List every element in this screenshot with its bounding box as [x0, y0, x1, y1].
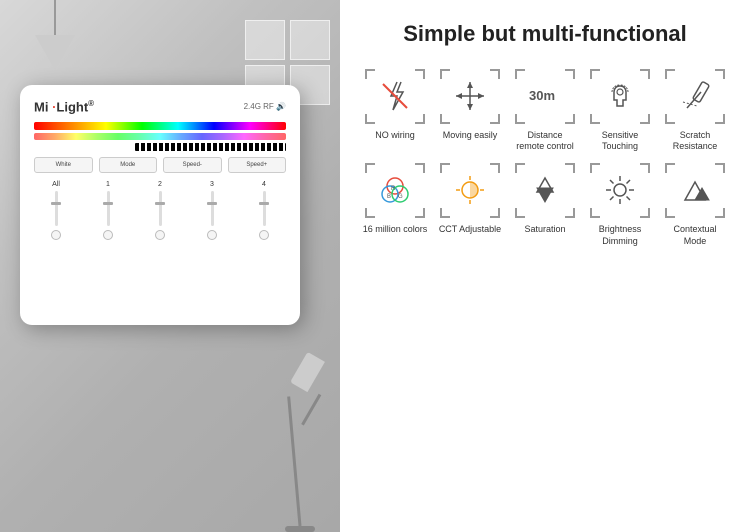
feature-16m-colors: R B G 16 million colors — [360, 163, 430, 247]
cct-adjustable-icon-box — [440, 163, 500, 218]
feature-sensitive-touching: Sensitive Touching — [585, 69, 655, 153]
cct-icon — [452, 172, 488, 208]
feature-distance-remote: 30m Distance remote control — [510, 69, 580, 153]
feature-brightness-dimming: Brightness Dimming — [585, 163, 655, 247]
zone-3-dot — [207, 230, 217, 240]
zone-3: 3 — [190, 181, 234, 240]
device-frequency: 2.4G RF 🔊 — [244, 102, 286, 111]
brightness-icon — [602, 172, 638, 208]
brightness-dimming-icon-box — [590, 163, 650, 218]
contextual-mode-icon-box — [665, 163, 725, 218]
control-buttons-row: White Mode Speed- Speed+ — [34, 157, 286, 173]
move-icon — [452, 78, 488, 114]
sensitive-touching-label: Sensitive Touching — [588, 130, 653, 153]
contextual-icon — [677, 172, 713, 208]
section-title: Simple but multi-functional — [360, 20, 730, 49]
distance-remote-label: Distance remote control — [513, 130, 578, 153]
zone-1-dot — [103, 230, 113, 240]
colors-icon: R B G — [377, 172, 413, 208]
distance-icon: 30m — [525, 78, 565, 114]
touch-icon — [602, 78, 638, 114]
brand-name: Mi ·Light® — [34, 99, 94, 114]
zone-2-label: 2 — [158, 181, 162, 188]
zone-3-slider[interactable] — [211, 191, 214, 226]
zone-4-slider[interactable] — [263, 191, 266, 226]
saturation-icon-box — [515, 163, 575, 218]
svg-text:30m: 30m — [529, 88, 555, 103]
device-header: Mi ·Light® 2.4G RF 🔊 — [34, 99, 286, 114]
scratch-icon — [677, 78, 713, 114]
zone-2-dot — [155, 230, 165, 240]
feature-moving-easily: Moving easily — [435, 69, 505, 153]
features-panel: Simple but multi-functional NO wiring — [340, 0, 750, 532]
no-wiring-icon-box — [365, 69, 425, 124]
zone-4-label: 4 — [262, 181, 266, 188]
zone-2-slider[interactable] — [159, 191, 162, 226]
feature-scratch-resistance: Scratch Resistance — [660, 69, 730, 153]
16m-colors-label: 16 million colors — [363, 224, 428, 236]
svg-text:G: G — [398, 194, 403, 200]
zone-2: 2 — [138, 181, 182, 240]
zone-4-dot — [259, 230, 269, 240]
zone-4: 4 — [242, 181, 286, 240]
no-wiring-label: NO wiring — [375, 130, 415, 142]
feature-no-wiring: NO wiring — [360, 69, 430, 153]
color-bars — [34, 122, 286, 151]
mode-button[interactable]: Mode — [99, 157, 158, 173]
features-grid: NO wiring Movin — [360, 69, 730, 248]
black-bar — [135, 143, 286, 151]
zone-1-label: 1 — [106, 181, 110, 188]
feature-contextual-mode: Contextual Mode — [660, 163, 730, 247]
zone-all-dot — [51, 230, 61, 240]
moving-easily-icon-box — [440, 69, 500, 124]
sensitive-touching-icon-box — [590, 69, 650, 124]
product-image-panel: Mi ·Light® 2.4G RF 🔊 White Mode Speed- S… — [0, 0, 340, 532]
contextual-mode-label: Contextual Mode — [663, 224, 728, 247]
svg-text:B: B — [387, 194, 391, 200]
color-bar-1 — [34, 122, 286, 130]
ceiling-lamp-decoration — [30, 0, 80, 80]
white-button[interactable]: White — [34, 157, 93, 173]
speed-minus-button[interactable]: Speed- — [163, 157, 222, 173]
zone-all-slider[interactable] — [55, 191, 58, 226]
zone-controls: All 1 2 3 4 — [34, 181, 286, 240]
16m-colors-icon-box: R B G — [365, 163, 425, 218]
cct-adjustable-label: CCT Adjustable — [439, 224, 501, 236]
scratch-resistance-label: Scratch Resistance — [663, 130, 728, 153]
controller-device: Mi ·Light® 2.4G RF 🔊 White Mode Speed- S… — [20, 85, 300, 325]
saturation-icon — [527, 172, 563, 208]
distance-remote-icon-box: 30m — [515, 69, 575, 124]
zone-3-label: 3 — [210, 181, 214, 188]
saturation-label: Saturation — [524, 224, 565, 236]
zone-all-label: All — [52, 181, 60, 188]
speed-plus-button[interactable]: Speed+ — [228, 157, 287, 173]
zone-all: All — [34, 181, 78, 240]
zone-1: 1 — [86, 181, 130, 240]
floor-lamp-decoration — [280, 372, 320, 532]
feature-saturation: Saturation — [510, 163, 580, 247]
color-bar-2 — [34, 133, 286, 140]
brightness-dimming-label: Brightness Dimming — [588, 224, 653, 247]
scratch-resistance-icon-box — [665, 69, 725, 124]
zone-1-slider[interactable] — [107, 191, 110, 226]
feature-cct-adjustable: CCT Adjustable — [435, 163, 505, 247]
no-wiring-icon — [377, 78, 413, 114]
svg-text:R: R — [391, 186, 396, 192]
moving-easily-label: Moving easily — [443, 130, 498, 142]
